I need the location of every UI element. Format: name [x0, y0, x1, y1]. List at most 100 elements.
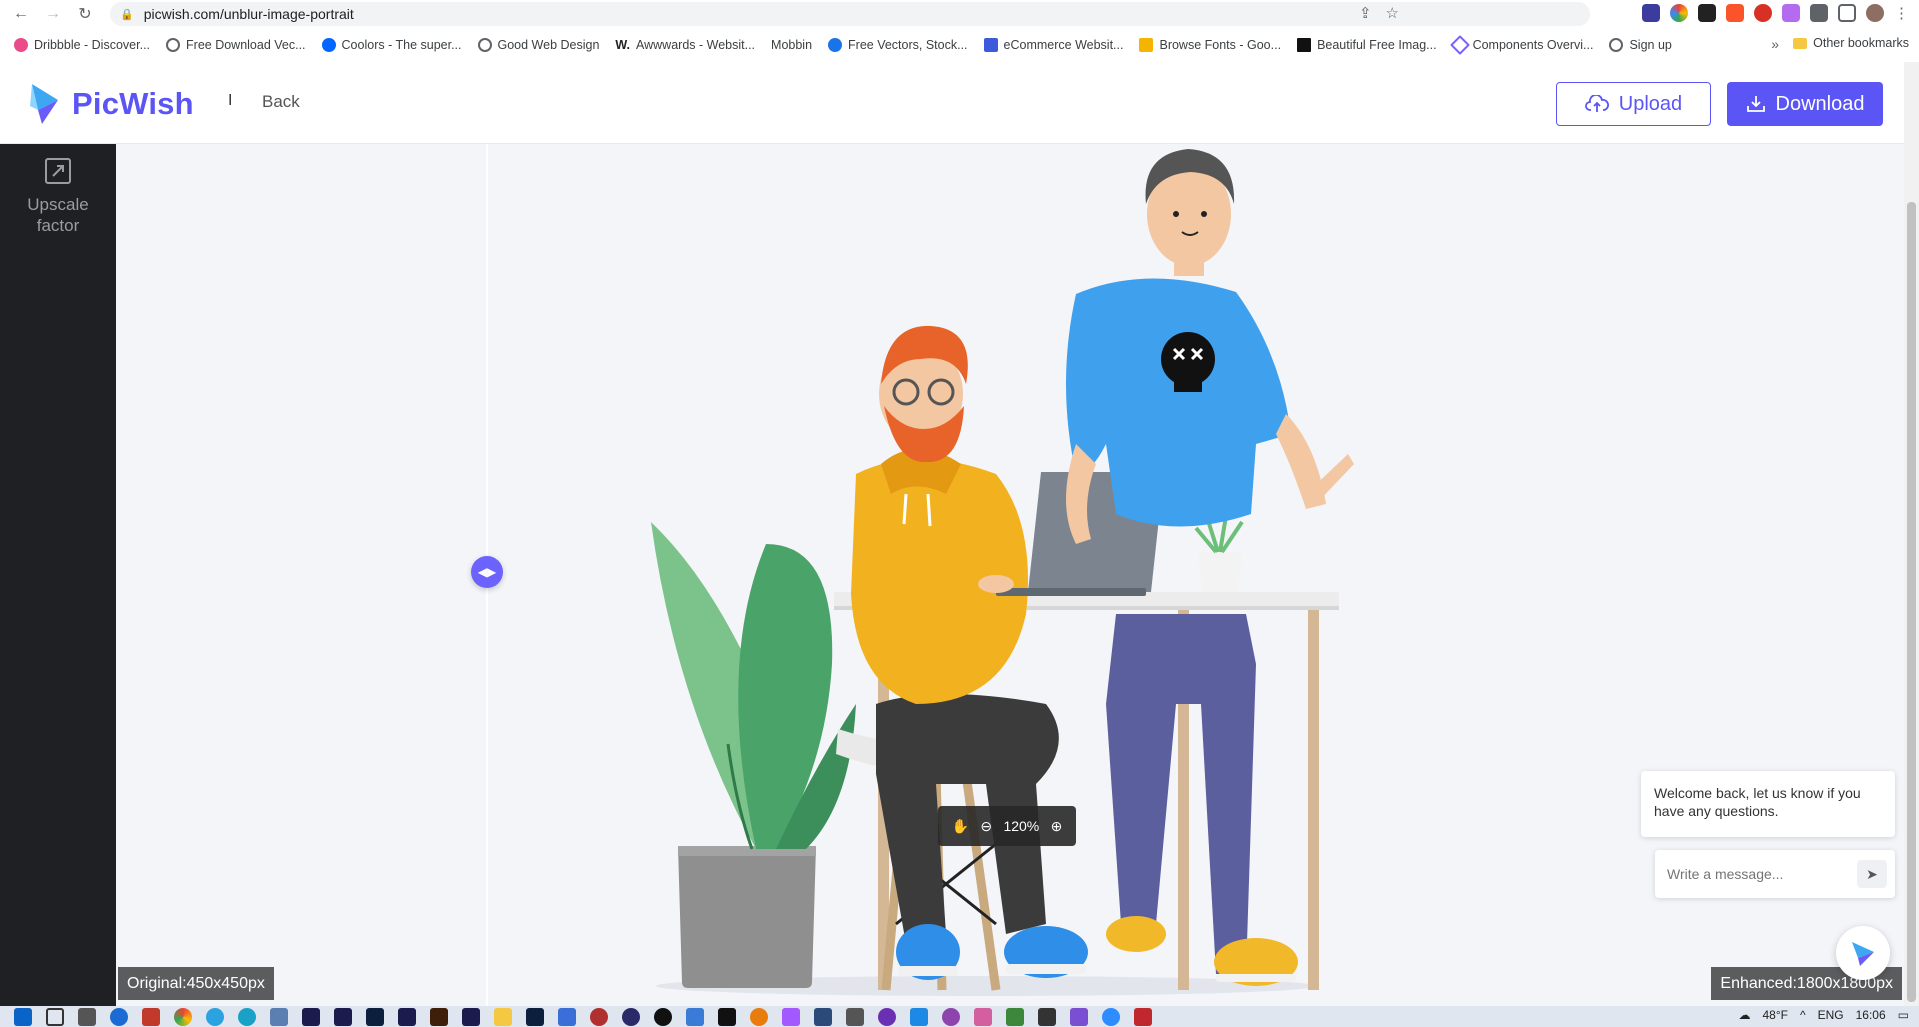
app-icon[interactable]: [846, 1007, 864, 1026]
brave-shield-icon[interactable]: [1726, 4, 1744, 22]
zoom-toolbar: ✋ ⊖ 120% ⊕: [938, 806, 1076, 846]
app-icon[interactable]: [142, 1007, 160, 1026]
node-icon[interactable]: [1006, 1007, 1024, 1026]
chevron-up-icon[interactable]: ^: [1800, 1008, 1806, 1022]
lightroom-icon[interactable]: [526, 1007, 544, 1026]
app-icon[interactable]: [622, 1007, 640, 1026]
illustrator-icon[interactable]: [430, 1007, 448, 1026]
dollar-icon: [983, 38, 998, 52]
chat-welcome-message: Welcome back, let us know if you have an…: [1641, 771, 1895, 837]
character-animator-icon[interactable]: [302, 1007, 320, 1026]
lock-icon: 🔒: [120, 8, 134, 21]
app-icon[interactable]: [718, 1007, 736, 1026]
upload-button[interactable]: Upload: [1556, 82, 1711, 126]
app-icon[interactable]: [878, 1007, 896, 1026]
clock-time[interactable]: 16:06: [1856, 1008, 1886, 1022]
chat-message-input[interactable]: [1667, 866, 1847, 882]
app-icon[interactable]: [1134, 1007, 1152, 1026]
bookmark-item[interactable]: Sign up: [1609, 38, 1672, 52]
avatar[interactable]: [1866, 4, 1884, 22]
unreal-icon[interactable]: [654, 1007, 672, 1026]
bookmark-item[interactable]: Dribbble - Discover...: [14, 38, 150, 52]
edge-icon[interactable]: [238, 1007, 256, 1026]
zoom-in-icon[interactable]: ⊕: [1051, 818, 1063, 835]
extension-icon[interactable]: [1698, 4, 1716, 22]
app-icon[interactable]: [590, 1007, 608, 1026]
back-arrow-icon[interactable]: ←: [8, 1, 34, 27]
folder-icon[interactable]: [494, 1007, 512, 1026]
github-icon[interactable]: [942, 1007, 960, 1026]
chat-launcher-button[interactable]: [1836, 926, 1890, 980]
extension-icon[interactable]: [1670, 4, 1688, 22]
calculator-icon[interactable]: [270, 1007, 288, 1026]
expand-icon: [45, 158, 71, 184]
bookmark-item[interactable]: Beautiful Free Imag...: [1297, 38, 1437, 52]
browser-toolbar: ← → ↻ 🔒 picwish.com/unblur-image-portrai…: [0, 0, 1919, 28]
app-icon[interactable]: [110, 1007, 128, 1026]
app-icon[interactable]: [686, 1007, 704, 1026]
comparison-slider-handle[interactable]: ◀▶: [471, 556, 503, 588]
extension-icon[interactable]: [1782, 4, 1800, 22]
media-encoder-icon[interactable]: [334, 1007, 352, 1026]
bookmark-item[interactable]: Mobbin: [771, 38, 812, 52]
app-icon[interactable]: [814, 1007, 832, 1026]
upscale-label-line2: factor: [36, 216, 80, 235]
windows-start-icon[interactable]: [14, 1007, 32, 1026]
figma-icon[interactable]: [782, 1007, 800, 1026]
bookmark-item[interactable]: W. Awwwards - Websit...: [615, 38, 755, 52]
back-link[interactable]: Back: [262, 92, 300, 112]
file-explorer-icon[interactable]: [78, 1007, 96, 1026]
extension-icon[interactable]: [1642, 4, 1660, 22]
chrome-icon[interactable]: [174, 1007, 192, 1026]
premiere-icon[interactable]: [462, 1007, 480, 1026]
freepik-icon: [828, 38, 843, 52]
zoom-out-icon[interactable]: ⊖: [980, 818, 992, 835]
dribbble-icon: [14, 38, 28, 52]
bookmark-item[interactable]: Free Download Vec...: [166, 38, 306, 52]
share-icon[interactable]: ⇪: [1359, 4, 1372, 22]
bookmarks-overflow-button[interactable]: »: [1771, 36, 1779, 52]
blender-icon[interactable]: [750, 1007, 768, 1026]
notification-icon[interactable]: ▭: [1898, 1008, 1909, 1022]
bookmark-item[interactable]: Coolors - The super...: [321, 38, 462, 52]
illustration-image: [651, 149, 1354, 996]
bookmark-item[interactable]: Components Overvi...: [1449, 35, 1593, 55]
image-canvas[interactable]: ◀▶ ✋ ⊖ 120% ⊕ Original:450x450px Enhance…: [116, 144, 1904, 1013]
weather-temp[interactable]: 48°F: [1762, 1008, 1787, 1022]
app-icon[interactable]: [1038, 1007, 1056, 1026]
language-indicator[interactable]: ENG: [1818, 1008, 1844, 1022]
download-button[interactable]: Download: [1727, 82, 1883, 126]
app-icon[interactable]: [974, 1007, 992, 1026]
menu-icon[interactable]: ⋮: [1894, 4, 1909, 22]
after-effects-icon[interactable]: [398, 1007, 416, 1026]
telegram-icon[interactable]: [206, 1007, 224, 1026]
components-icon: [1449, 35, 1470, 55]
upscale-factor-tool[interactable]: Upscale factor: [0, 158, 116, 236]
app-icon[interactable]: [558, 1007, 576, 1026]
bookmark-item[interactable]: Free Vectors, Stock...: [828, 38, 968, 52]
zoom-icon[interactable]: [1102, 1007, 1120, 1026]
hand-pan-icon[interactable]: ✋: [952, 818, 969, 835]
page-scrollbar[interactable]: [1904, 62, 1919, 1013]
download-label: Download: [1775, 92, 1865, 115]
other-bookmarks[interactable]: Other bookmarks: [1793, 36, 1909, 50]
photoshop-icon[interactable]: [366, 1007, 384, 1026]
puzzle-icon[interactable]: [1810, 4, 1828, 22]
star-icon[interactable]: ☆: [1386, 4, 1399, 22]
reload-icon[interactable]: ↻: [72, 1, 98, 27]
forward-arrow-icon[interactable]: →: [40, 1, 66, 27]
bookmark-item[interactable]: eCommerce Websit...: [983, 38, 1123, 52]
bookmark-item[interactable]: Browse Fonts - Goo...: [1139, 38, 1281, 52]
header-separator: I: [228, 92, 233, 109]
scrollbar-thumb[interactable]: [1907, 202, 1916, 1002]
vscode-icon[interactable]: [910, 1007, 928, 1026]
awwwards-icon: W.: [615, 38, 631, 52]
app-icon[interactable]: [1070, 1007, 1088, 1026]
adblock-icon[interactable]: [1754, 4, 1772, 22]
picwish-logo[interactable]: PicWish: [28, 82, 194, 126]
sidepanel-icon[interactable]: [1838, 4, 1856, 22]
send-icon[interactable]: ➤: [1857, 860, 1887, 888]
extensions-area: ⋮: [1642, 4, 1909, 22]
task-view-icon[interactable]: [46, 1007, 64, 1026]
bookmark-item[interactable]: Good Web Design: [477, 38, 599, 52]
